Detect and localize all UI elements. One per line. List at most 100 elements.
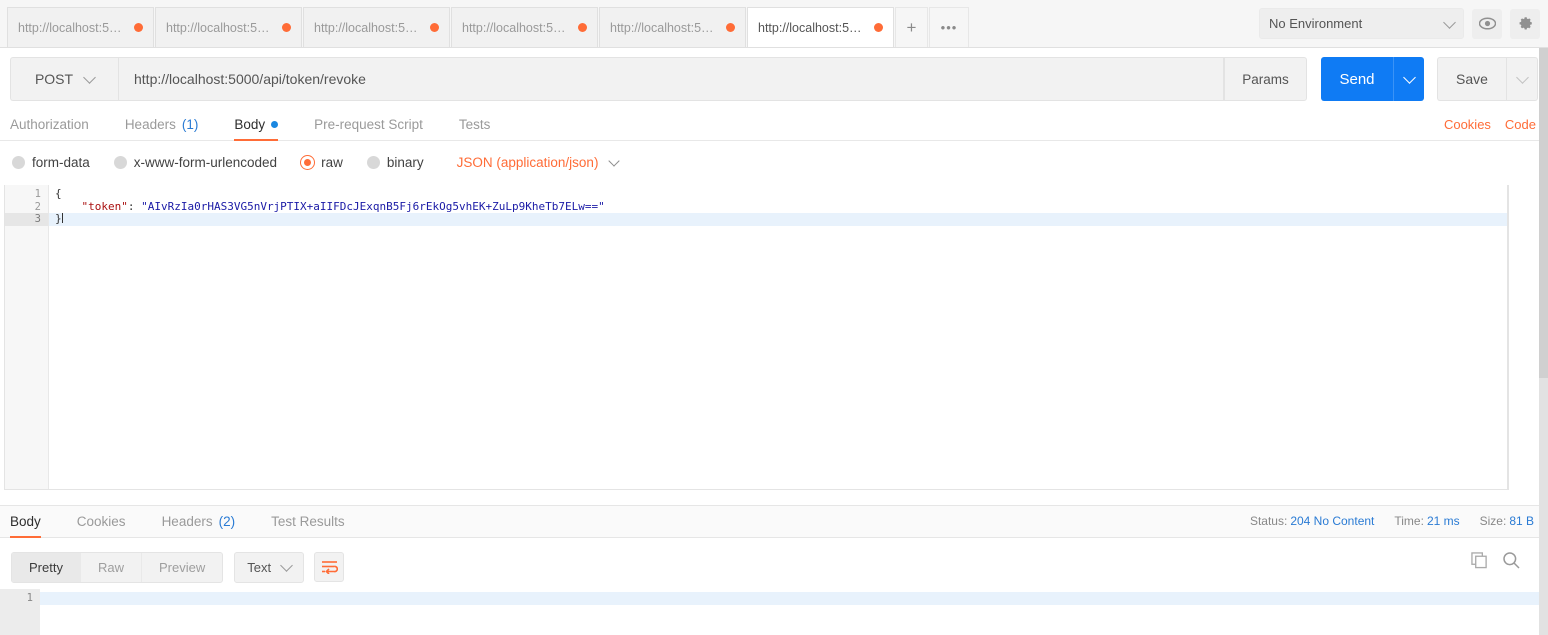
request-tab-url: http://localhost:5000/	[462, 20, 570, 35]
headers-count: (1)	[181, 117, 199, 132]
request-tab-bar: http://localhost:5000/ http://localhost:…	[0, 0, 1548, 48]
body-present-dot-icon	[271, 121, 279, 128]
word-wrap-icon	[321, 561, 338, 574]
code-link[interactable]: Code	[1505, 117, 1536, 132]
response-format-label: Text	[247, 559, 272, 575]
tab-label: Headers	[161, 514, 213, 529]
request-section-tabs: Authorization Headers (1) Body Pre-reque…	[0, 108, 1548, 141]
request-tab-2[interactable]: http://localhost:5000/	[155, 7, 302, 47]
json-close-brace: }	[55, 212, 62, 225]
tab-tests[interactable]: Tests	[459, 117, 491, 140]
request-tab-1[interactable]: http://localhost:5000/	[7, 7, 154, 47]
response-format-selector[interactable]: Text	[234, 551, 305, 583]
chevron-down-icon	[83, 71, 96, 84]
view-mode-pretty[interactable]: Pretty	[12, 552, 81, 582]
line-number: 1	[26, 592, 33, 604]
tab-body[interactable]: Body	[234, 117, 279, 141]
request-tabs-right-links: Cookies Code	[1444, 117, 1536, 132]
tab-pre-request-script[interactable]: Pre-request Script	[314, 117, 423, 140]
response-meta: Status: 204 No Content Time: 21 ms Size: 81…	[1250, 514, 1534, 528]
response-code-area[interactable]	[40, 589, 1540, 635]
save-button[interactable]: Save	[1437, 57, 1506, 101]
request-tab-4[interactable]: http://localhost:5000/	[451, 7, 598, 47]
main-vertical-scrollbar[interactable]	[1539, 48, 1548, 635]
body-type-raw[interactable]: raw	[301, 155, 343, 170]
tab-headers[interactable]: Headers (1)	[125, 117, 199, 140]
response-toolbar: Pretty Raw Preview Text	[0, 545, 1548, 589]
request-body-editor[interactable]: 1 2 3 { "token": "AIvRzIa0rHAS3VG5nVrjPT…	[4, 185, 1509, 490]
request-tab-5[interactable]: http://localhost:5000/	[599, 7, 746, 47]
body-type-binary[interactable]: binary	[366, 155, 424, 170]
response-tab-body[interactable]: Body	[10, 514, 41, 538]
send-options-button[interactable]	[1393, 57, 1424, 101]
body-type-label: raw	[321, 154, 343, 170]
new-tab-button[interactable]: +	[895, 7, 928, 47]
body-type-urlencoded[interactable]: x-www-form-urlencoded	[113, 154, 278, 170]
url-input[interactable]: http://localhost:5000/api/token/revoke	[118, 57, 1224, 101]
unsaved-dot-icon	[578, 23, 587, 32]
body-type-label: form-data	[32, 154, 90, 170]
request-code-area[interactable]: { "token": "AIvRzIa0rHAS3VG5nVrjPTIX+aII…	[49, 185, 1508, 489]
gear-icon	[1519, 17, 1532, 30]
unsaved-dot-icon	[282, 23, 291, 32]
request-tabs-scroll: http://localhost:5000/ http://localhost:…	[0, 0, 1240, 47]
response-tab-test-results[interactable]: Test Results	[271, 514, 345, 537]
tab-more-options-button[interactable]: •••	[929, 7, 969, 47]
http-method-selector[interactable]: POST	[10, 57, 118, 101]
word-wrap-button[interactable]	[314, 552, 345, 582]
time-meta: Time: 21 ms	[1394, 514, 1459, 528]
response-body-editor[interactable]: 1	[0, 589, 1540, 635]
text-caret	[61, 213, 63, 223]
copy-icon	[1471, 551, 1487, 568]
view-mode-raw[interactable]: Raw	[81, 552, 142, 582]
json-colon: :	[127, 199, 142, 213]
copy-response-button[interactable]	[1471, 551, 1488, 574]
radio-icon-selected	[301, 155, 315, 169]
send-button[interactable]: Send	[1321, 57, 1393, 101]
json-token-value: "AIvRzIa0rHAS3VG5nVrjPTIX+aIIFDcJExqnB5F…	[141, 199, 605, 213]
radio-icon	[113, 155, 127, 169]
chevron-down-icon	[1402, 71, 1416, 84]
editor-right-border	[1507, 185, 1508, 489]
environment-selected-label: No Environment	[1269, 16, 1363, 31]
request-tab-6-active[interactable]: http://localhost:5000/	[747, 7, 894, 47]
scrollbar-thumb[interactable]	[1539, 48, 1548, 378]
chevron-down-icon	[1443, 15, 1456, 29]
response-section-tabs: Body Cookies Headers (2) Test Results St…	[0, 505, 1548, 538]
tab-label: Body	[10, 514, 41, 529]
tab-authorization[interactable]: Authorization	[10, 117, 89, 140]
tab-label: Tests	[458, 117, 491, 132]
save-options-button[interactable]	[1506, 57, 1538, 101]
radio-icon	[12, 155, 25, 169]
body-type-selector: form-data x-www-form-urlencoded raw bina…	[12, 148, 1532, 176]
search-icon	[1503, 552, 1520, 569]
cookies-link[interactable]: Cookies	[1444, 117, 1491, 132]
code-line-2: "token": "AIvRzIa0rHAS3VG5nVrjPTIX+aIIFD…	[49, 199, 1508, 214]
tab-label: Test Results	[271, 514, 345, 529]
view-mode-preview[interactable]: Preview	[142, 553, 222, 582]
params-button[interactable]: Params	[1224, 57, 1307, 101]
response-tab-headers[interactable]: Headers (2)	[162, 514, 236, 537]
body-type-form-data[interactable]: form-data	[12, 155, 90, 170]
http-method-label: POST	[34, 71, 74, 87]
environment-quick-look-button[interactable]	[1472, 8, 1502, 39]
time-value: 21 ms	[1426, 514, 1460, 528]
settings-button[interactable]	[1510, 8, 1540, 39]
environment-selector[interactable]: No Environment	[1259, 8, 1464, 39]
search-response-button[interactable]	[1502, 551, 1520, 574]
unsaved-dot-icon	[726, 23, 735, 32]
line-number: 2	[34, 200, 41, 213]
response-actions	[1471, 551, 1520, 574]
tab-label: Body	[234, 117, 266, 132]
radio-icon	[366, 155, 380, 169]
status-value: 204 No Content	[1290, 514, 1375, 528]
body-type-label: x-www-form-urlencoded	[133, 154, 278, 170]
line-number: 1	[34, 188, 41, 200]
tab-label: Cookies	[76, 514, 126, 529]
response-tab-cookies[interactable]: Cookies	[77, 514, 126, 537]
tab-label: Authorization	[10, 117, 89, 132]
request-tab-url: http://localhost:5000/	[166, 20, 274, 35]
request-tab-3[interactable]: http://localhost:5000/	[303, 7, 450, 47]
content-type-selector[interactable]: JSON (application/json)	[457, 155, 621, 170]
unsaved-dot-icon	[134, 23, 143, 32]
